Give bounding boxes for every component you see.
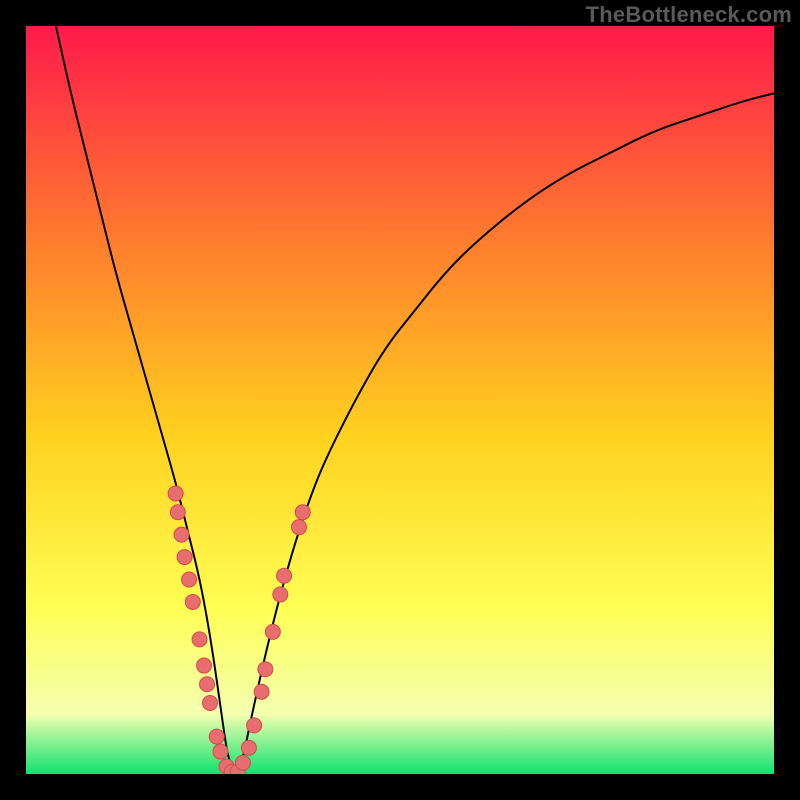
data-point bbox=[170, 505, 185, 520]
data-point bbox=[174, 527, 189, 542]
data-point bbox=[247, 718, 262, 733]
data-point bbox=[197, 658, 212, 673]
data-point bbox=[241, 740, 256, 755]
data-point bbox=[182, 572, 197, 587]
data-point bbox=[265, 624, 280, 639]
data-point bbox=[292, 520, 307, 535]
frame-right bbox=[774, 0, 800, 800]
data-point bbox=[209, 729, 224, 744]
frame-bottom bbox=[0, 774, 800, 800]
data-point bbox=[273, 587, 288, 602]
plot-area bbox=[26, 26, 774, 774]
data-point bbox=[203, 695, 218, 710]
data-point bbox=[168, 486, 183, 501]
data-point bbox=[177, 550, 192, 565]
watermark-text: TheBottleneck.com bbox=[586, 2, 792, 28]
gradient-background bbox=[26, 26, 774, 774]
data-point bbox=[192, 632, 207, 647]
chart-svg bbox=[26, 26, 774, 774]
data-point bbox=[258, 662, 273, 677]
data-point bbox=[185, 594, 200, 609]
data-point bbox=[200, 677, 215, 692]
frame-left bbox=[0, 0, 26, 800]
data-point bbox=[295, 505, 310, 520]
data-point bbox=[213, 744, 228, 759]
data-point bbox=[254, 684, 269, 699]
data-point bbox=[235, 755, 250, 770]
data-point bbox=[277, 568, 292, 583]
